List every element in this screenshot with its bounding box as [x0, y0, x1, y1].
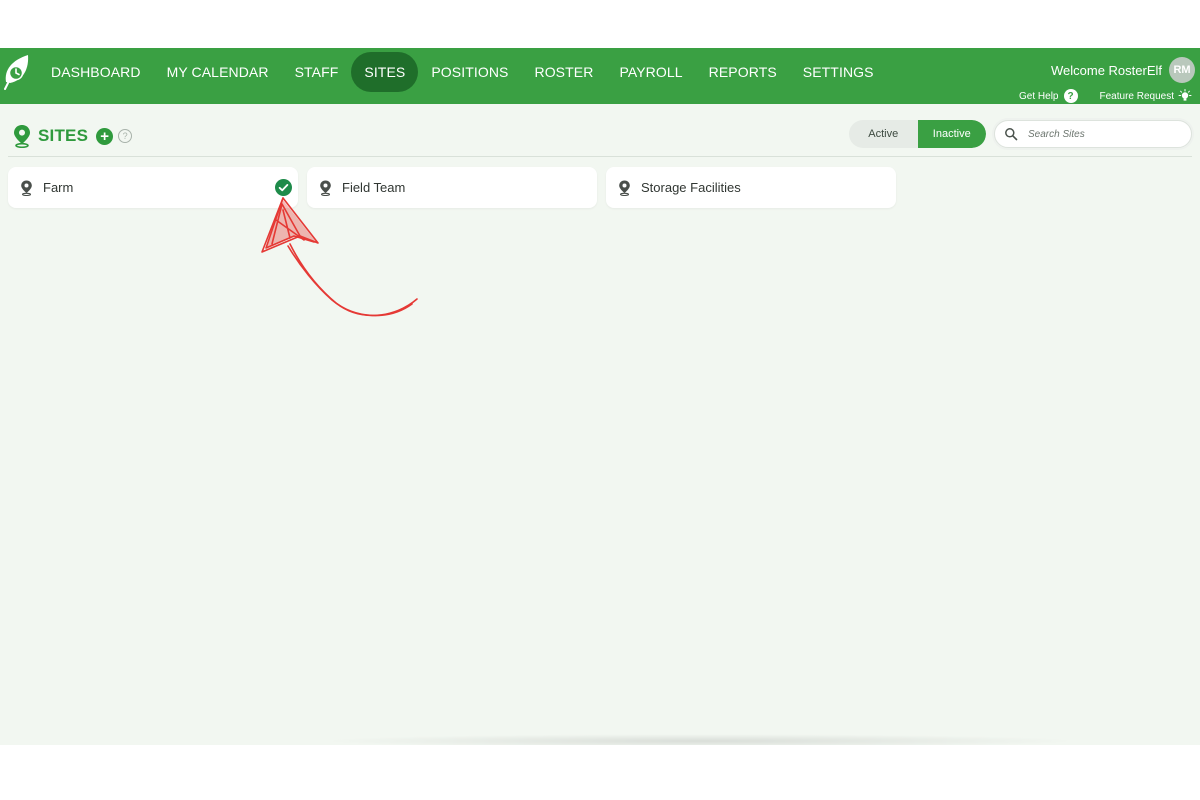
- check-circle-icon[interactable]: [275, 179, 292, 196]
- page-header: SITES + ? Active Inactive: [0, 104, 1200, 158]
- app-window: DASHBOARD MY CALENDAR STAFF SITES POSITI…: [0, 48, 1200, 745]
- map-pin-icon: [619, 180, 630, 196]
- site-name: Storage Facilities: [641, 180, 741, 195]
- status-filter-toggle: Active Inactive: [849, 120, 986, 148]
- search-box: [994, 120, 1192, 148]
- map-pin-icon: [14, 125, 30, 148]
- nav-reports[interactable]: REPORTS: [696, 52, 790, 92]
- get-help-question-icon[interactable]: ?: [1063, 89, 1078, 103]
- site-card-field-team[interactable]: Field Team: [307, 167, 597, 208]
- top-navigation-bar: DASHBOARD MY CALENDAR STAFF SITES POSITI…: [0, 48, 1200, 104]
- help-links: Get Help ? Feature Request: [1019, 89, 1192, 103]
- filter-active-button[interactable]: Active: [849, 120, 918, 148]
- site-card-farm[interactable]: Farm: [8, 167, 298, 208]
- filter-inactive-button[interactable]: Inactive: [917, 120, 986, 148]
- user-avatar[interactable]: RM: [1169, 57, 1195, 83]
- site-list: Farm Field Team Storage Facilities: [8, 167, 905, 208]
- map-pin-icon: [320, 180, 331, 196]
- header-divider: [8, 156, 1192, 157]
- get-help-link[interactable]: Get Help: [1019, 91, 1058, 102]
- nav-staff[interactable]: STAFF: [282, 52, 352, 92]
- site-name: Field Team: [342, 180, 406, 195]
- page-title: SITES: [38, 126, 89, 145]
- screenshot-canvas: DASHBOARD MY CALENDAR STAFF SITES POSITI…: [0, 0, 1200, 800]
- nav-settings[interactable]: SETTINGS: [790, 52, 887, 92]
- search-icon: [1005, 128, 1018, 141]
- nav-sites[interactable]: SITES: [351, 52, 419, 92]
- nav-payroll[interactable]: PAYROLL: [606, 52, 695, 92]
- map-pin-icon: [21, 180, 32, 196]
- rosterelf-logo-icon[interactable]: [2, 52, 32, 90]
- question-circle-icon[interactable]: ?: [118, 129, 133, 143]
- nav-my-calendar[interactable]: MY CALENDAR: [154, 52, 282, 92]
- feature-request-link[interactable]: Feature Request: [1100, 91, 1175, 102]
- nav-dashboard[interactable]: DASHBOARD: [38, 52, 154, 92]
- site-card-storage-facilities[interactable]: Storage Facilities: [606, 167, 896, 208]
- sites-heading: SITES + ?: [12, 124, 133, 148]
- bottom-shadow: [320, 734, 1080, 745]
- site-name: Farm: [43, 180, 74, 195]
- lightbulb-icon[interactable]: [1178, 89, 1192, 103]
- nav-roster[interactable]: ROSTER: [521, 52, 606, 92]
- add-site-icon[interactable]: +: [96, 127, 114, 145]
- nav-positions[interactable]: POSITIONS: [418, 52, 521, 92]
- welcome-text: Welcome RosterElf: [1050, 63, 1162, 78]
- main-nav: DASHBOARD MY CALENDAR STAFF SITES POSITI…: [38, 52, 887, 92]
- search-input[interactable]: [1028, 128, 1178, 140]
